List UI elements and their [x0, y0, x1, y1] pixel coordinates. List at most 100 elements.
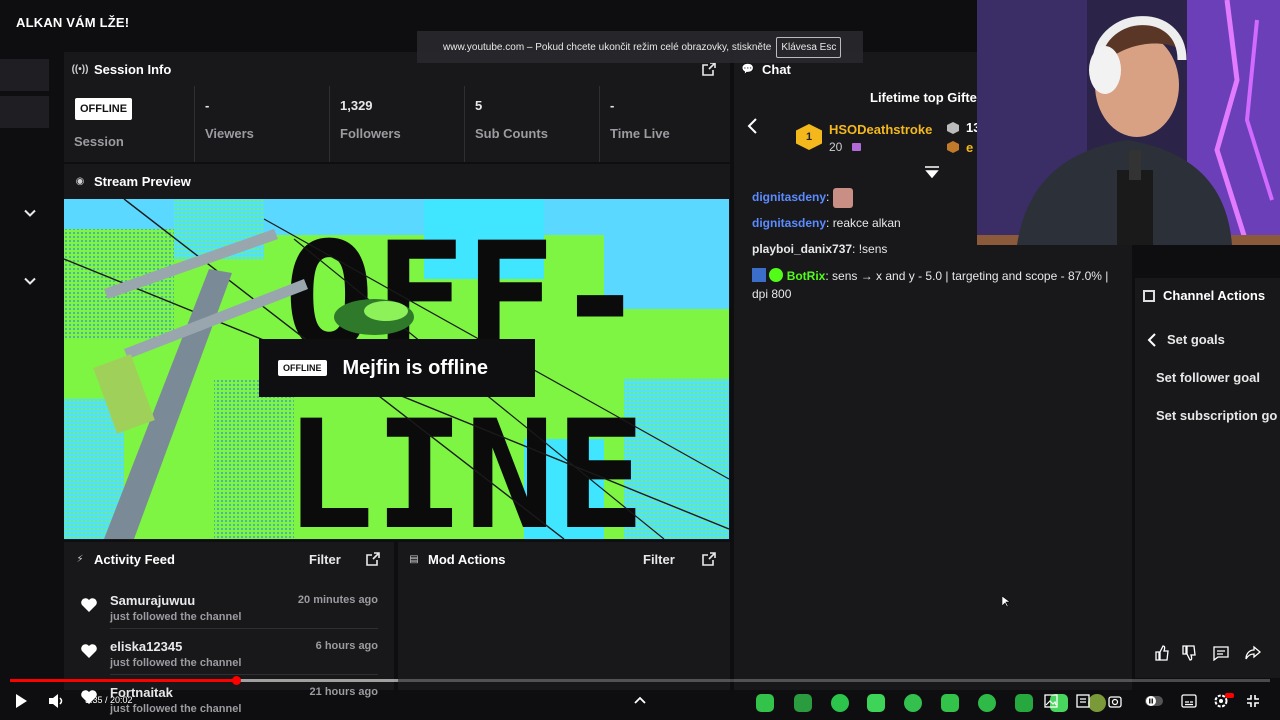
emote-icon[interactable] [794, 694, 812, 712]
stat-session: OFFLINE Session [64, 86, 195, 162]
chat-message: BotRix: sens → x and y - 5.0 | targeting… [752, 268, 1109, 301]
chevron-left-icon[interactable] [746, 118, 758, 134]
stream-preview-title: Stream Preview [94, 173, 191, 189]
stat-followers: 1,329 Followers [330, 86, 465, 162]
stat-label: Session [74, 134, 124, 149]
stat-label: Followers [340, 126, 401, 141]
video-title: ALKAN VÁM LŽE! [16, 15, 130, 30]
volume-icon[interactable] [48, 693, 66, 709]
set-follower-goal-item[interactable]: Set follower goal [1156, 370, 1260, 385]
lightning-icon: ⚡ [76, 553, 84, 565]
chat-title: Chat [762, 61, 791, 77]
divider [110, 628, 378, 629]
chat-bubble-icon: 💬 [741, 63, 755, 75]
chevron-down-icon[interactable] [24, 275, 36, 287]
share-icon[interactable] [1245, 645, 1261, 661]
emote-icon[interactable] [978, 694, 996, 712]
emote-icon[interactable] [904, 694, 922, 712]
mod-actions-header: ▤ Mod Actions [398, 542, 730, 576]
emote-icon[interactable] [1015, 694, 1033, 712]
stat-value: 5 [475, 98, 483, 113]
heart-icon [81, 644, 97, 658]
offline-badge: OFFLINE [75, 98, 133, 120]
chevron-left-icon[interactable] [1147, 333, 1157, 347]
time-display: 3:35 / 20:02 [85, 695, 133, 705]
rail-item[interactable] [0, 59, 49, 91]
fullscreen-notice: www.youtube.com – Pokud chcete ukončit r… [417, 31, 863, 63]
play-icon[interactable] [14, 693, 28, 709]
feed-action: just followed the channel [110, 611, 242, 623]
rank-badge: 1 [796, 124, 822, 150]
heart-icon [81, 598, 97, 612]
exit-fullscreen-icon[interactable] [1246, 694, 1260, 708]
popout-icon[interactable] [366, 552, 380, 566]
gifter-name[interactable]: HSODeathstroke [829, 122, 932, 137]
stream-preview-image[interactable]: OFF- LINE OFFLINE Mejfin is offline [64, 199, 729, 539]
set-subscription-goal-item[interactable]: Set subscription go [1156, 408, 1277, 423]
list-icon[interactable] [1076, 694, 1090, 708]
chat-text: !sens [858, 242, 888, 256]
channel-actions-title: Channel Actions [1163, 288, 1266, 303]
emote-icon[interactable] [831, 694, 849, 712]
art-text-line: LINE [284, 389, 645, 539]
chat-username[interactable]: playboi_danix737 [752, 242, 852, 256]
feed-user: Samurajuwuu [110, 593, 196, 608]
session-info-panel: ((•)) Session Info OFFLINE Session - Vie… [64, 52, 730, 162]
mod-actions-panel: ▤ Mod Actions Filter [398, 542, 730, 690]
emote-icon[interactable] [1088, 694, 1106, 712]
rail-item[interactable] [0, 96, 49, 128]
gift-icon [852, 143, 861, 151]
stat-sub-counts: 5 Sub Counts [465, 86, 600, 162]
chevron-down-icon[interactable] [24, 207, 36, 219]
gifter-count: 20 [829, 140, 843, 154]
channel-actions-header: Channel Actions [1143, 288, 1265, 303]
dislike-icon[interactable] [1181, 645, 1197, 661]
chat-text: reakce alkan [832, 216, 901, 230]
collapse-icon[interactable] [924, 166, 940, 178]
feed-action: just followed the channel [110, 657, 242, 669]
offline-badge: OFFLINE [278, 360, 327, 376]
emote-icon[interactable] [941, 694, 959, 712]
offline-message: Mejfin is offline [342, 356, 489, 379]
camera-icon: ◉ [75, 175, 85, 187]
webcam-overlay [977, 0, 1280, 245]
set-goals-back[interactable]: Set goals [1167, 332, 1225, 347]
session-info-title: Session Info [94, 61, 172, 77]
mouse-cursor-icon [1002, 596, 1010, 608]
like-icon[interactable] [1154, 645, 1170, 661]
activity-feed-panel: ⚡ Activity Feed Filter Samurajuwuu just … [64, 542, 394, 715]
stat-label: Sub Counts [475, 126, 548, 141]
offline-card: OFFLINE Mejfin is offline [259, 339, 535, 397]
moderator-badge-icon [752, 268, 766, 282]
popout-icon[interactable] [702, 62, 716, 76]
emote-icon[interactable] [867, 694, 885, 712]
comments-icon[interactable] [1213, 645, 1229, 661]
chat-username[interactable]: dignitasdeny [752, 190, 826, 204]
mod-actions-title: Mod Actions [428, 551, 506, 567]
feed-time: 20 minutes ago [297, 594, 378, 606]
stat-value: - [205, 98, 210, 113]
emote-icon[interactable] [756, 694, 774, 712]
autoplay-toggle-icon[interactable] [1145, 695, 1163, 707]
feed-user: eliska12345 [110, 639, 183, 654]
rank-badge-icon [947, 141, 959, 153]
progress-scrubber[interactable] [232, 676, 241, 685]
stat-viewers: - Viewers [195, 86, 330, 162]
subtitles-icon[interactable] [1181, 694, 1197, 708]
chevron-up-icon[interactable] [634, 696, 646, 704]
gifter-extra: e [966, 140, 974, 155]
mod-filter-button[interactable]: Filter [643, 552, 675, 567]
activity-feed-header: ⚡ Activity Feed [64, 542, 394, 576]
verified-badge-icon [769, 268, 784, 282]
progress-fill [10, 679, 236, 682]
chat-username[interactable]: BotRix [787, 269, 826, 283]
stat-value: 1,329 [340, 98, 373, 113]
activity-filter-button[interactable]: Filter [309, 552, 341, 567]
camera-icon[interactable] [1108, 694, 1122, 708]
feed-time: 6 hours ago [315, 640, 378, 652]
esc-key-hint: Klávesa Esc [776, 36, 842, 58]
popout-icon[interactable] [702, 552, 716, 566]
image-icon[interactable] [1044, 694, 1058, 708]
chat-username[interactable]: dignitasdeny [752, 216, 826, 230]
channel-actions-panel: Channel Actions Set goals Set follower g… [1135, 278, 1280, 678]
